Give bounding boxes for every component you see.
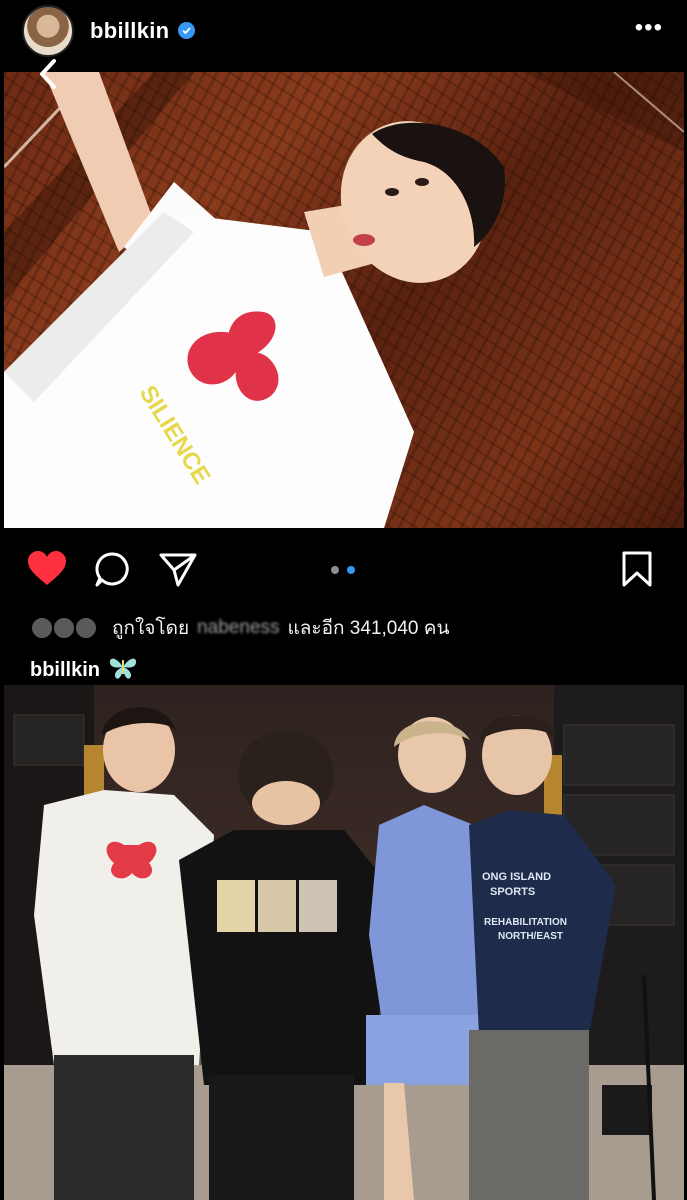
- heart-icon[interactable]: [27, 551, 67, 592]
- caption: bbillkin: [30, 654, 138, 686]
- photo-illustration: SILIENCE: [4, 72, 684, 528]
- avatar[interactable]: [22, 5, 74, 57]
- navy-shirt-line-2: SPORTS: [490, 886, 535, 898]
- comment-icon[interactable]: [94, 551, 132, 594]
- action-bar: [0, 530, 687, 610]
- more-icon[interactable]: •••: [635, 16, 663, 40]
- bookmark-icon[interactable]: [620, 550, 654, 593]
- navy-shirt-line-3: REHABILITATION: [484, 917, 567, 928]
- verified-badge-icon: [178, 22, 195, 39]
- post-header: bbillkin •••: [0, 0, 687, 70]
- carousel-dot-1: [331, 566, 339, 574]
- caption-username[interactable]: bbillkin: [30, 659, 100, 682]
- liker-avatars: [30, 615, 100, 641]
- likes-row[interactable]: ถูกใจโดย nabeness และอีก 341,040 คน: [30, 613, 449, 643]
- liker-name[interactable]: nabeness: [197, 617, 279, 639]
- group-photo-illustration: ONG ISLAND SPORTS REHABILITATION NORTH/E…: [4, 685, 684, 1200]
- carousel-dot-2: [347, 566, 355, 574]
- likes-prefix: ถูกใจโดย: [112, 618, 190, 639]
- back-icon[interactable]: [34, 56, 64, 92]
- navy-shirt-line-4: NORTH/EAST: [498, 931, 563, 942]
- username[interactable]: bbillkin: [90, 18, 169, 44]
- second-photo[interactable]: ONG ISLAND SPORTS REHABILITATION NORTH/E…: [4, 685, 684, 1200]
- post-photo[interactable]: SILIENCE: [4, 72, 684, 528]
- navy-shirt-line-1: ONG ISLAND: [482, 871, 551, 883]
- likes-count[interactable]: และอีก 341,040 คน: [288, 613, 450, 643]
- send-icon[interactable]: [158, 551, 198, 594]
- butterfly-icon: [108, 654, 138, 686]
- carousel-indicator: [330, 562, 360, 580]
